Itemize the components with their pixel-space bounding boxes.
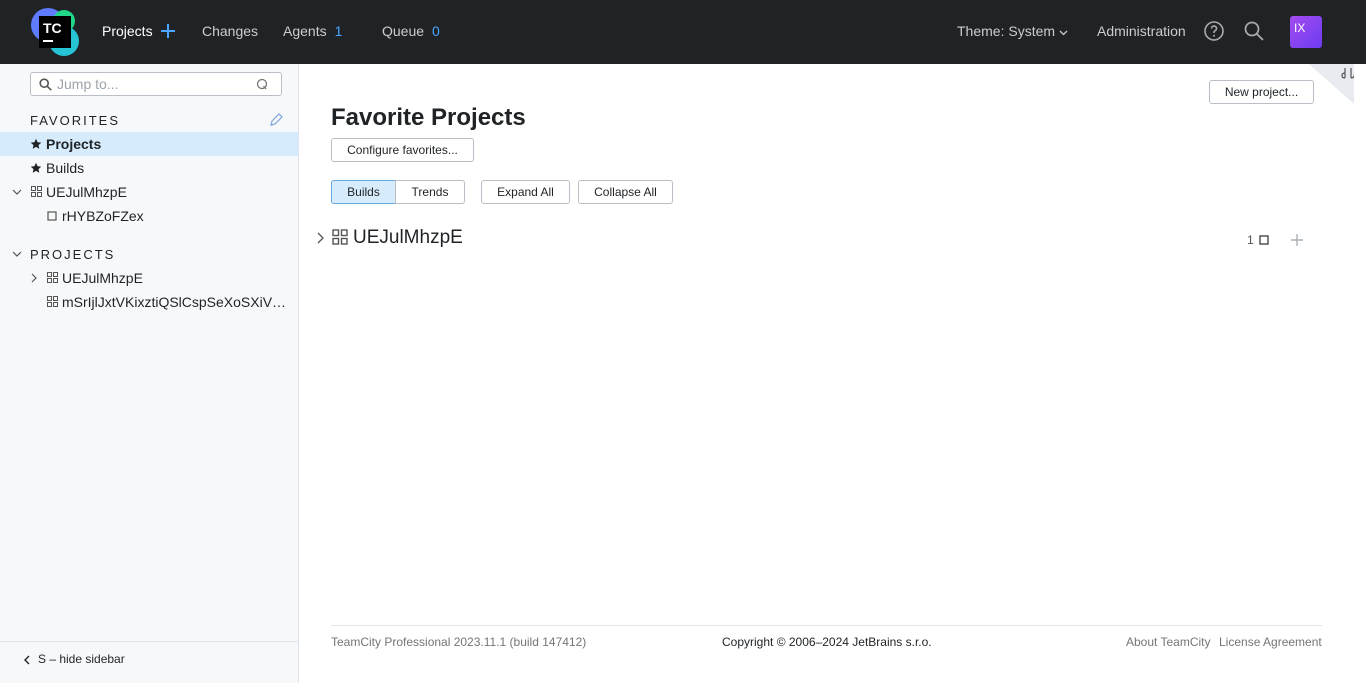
- projects-section-title: PROJECTS: [30, 247, 116, 262]
- top-navigation-bar: TC Projects Changes Agents 1 Queue 0 Theme…: [0, 0, 1366, 64]
- footer-divider: [331, 625, 1322, 626]
- hide-sidebar-toggle[interactable]: S – hide sidebar: [0, 641, 298, 683]
- search-shortcut-q-icon: [256, 78, 268, 90]
- favorites-section-title: FAVORITES: [30, 113, 120, 128]
- nav-changes[interactable]: Changes: [202, 0, 258, 64]
- add-plus-icon[interactable]: [1290, 233, 1304, 247]
- build-config-icon: [47, 211, 57, 221]
- nav-queue-label: Queue: [382, 23, 425, 39]
- user-avatar[interactable]: IX: [1290, 16, 1322, 48]
- search-icon[interactable]: [1243, 20, 1265, 42]
- hide-sidebar-label: S – hide sidebar: [38, 652, 125, 666]
- main-content: New project... Favorite Projects Configu…: [299, 64, 1366, 683]
- nav-agents-label: Agents: [283, 23, 327, 39]
- jump-to-search[interactable]: [30, 72, 282, 96]
- agents-count-badge: 1: [334, 23, 343, 39]
- sidebar: FAVORITES Projects Builds UEJulMhzpE rHY…: [0, 64, 299, 683]
- page-title: Favorite Projects: [331, 104, 526, 131]
- project-icon: [47, 272, 58, 283]
- expand-all-button[interactable]: Expand All: [481, 180, 570, 204]
- chevron-down-icon: [1059, 30, 1068, 36]
- star-icon: [30, 162, 42, 173]
- sidebar-item-project[interactable]: UEJulMhzpE: [0, 266, 298, 290]
- sidebar-item-label: mSrIjlJxtVKixztiQSlCspSeXoSXiV…: [62, 294, 287, 310]
- sidebar-item-label: Builds: [46, 160, 85, 176]
- project-icon: [47, 296, 58, 307]
- add-project-plus-icon[interactable]: [158, 21, 178, 41]
- sidebar-item-label: UEJulMhzpE: [62, 270, 143, 286]
- feedback-corner-icon[interactable]: [1309, 64, 1354, 104]
- jump-to-input[interactable]: [57, 75, 257, 93]
- queue-count-badge: 0: [432, 23, 440, 39]
- sidebar-item-favorite-build-config[interactable]: rHYBZoFZex: [0, 204, 298, 228]
- avatar-initials: IX: [1294, 21, 1306, 35]
- chevron-down-icon[interactable]: [12, 187, 22, 197]
- nav-administration[interactable]: Administration: [1097, 0, 1186, 64]
- teamcity-logo-icon[interactable]: TC: [30, 7, 80, 57]
- new-project-button[interactable]: New project...: [1209, 80, 1314, 104]
- project-row[interactable]: UEJulMhzpE 1: [299, 224, 1329, 254]
- copyright-text: Copyright © 2006–2024 JetBrains s.r.o.: [722, 635, 932, 649]
- project-name-link[interactable]: UEJulMhzpE: [353, 227, 463, 249]
- version-text: TeamCity Professional 2023.11.1 (build 1…: [331, 635, 587, 649]
- star-icon: [30, 138, 42, 149]
- build-config-count: 1: [1247, 233, 1254, 247]
- theme-selector-label: Theme: System: [957, 23, 1056, 39]
- help-icon[interactable]: [1203, 20, 1225, 42]
- edit-pencil-icon[interactable]: [269, 112, 284, 127]
- about-teamcity-link[interactable]: About TeamCity: [1126, 635, 1211, 649]
- chevron-right-icon[interactable]: [29, 273, 39, 283]
- sidebar-item-favorite-project[interactable]: UEJulMhzpE: [0, 180, 298, 204]
- sidebar-item-label: Projects: [46, 136, 102, 152]
- sidebar-item-label: UEJulMhzpE: [46, 184, 127, 200]
- chevron-right-icon[interactable]: [315, 231, 325, 245]
- search-icon: [39, 78, 52, 91]
- sidebar-item-favorite-builds[interactable]: Builds: [0, 156, 298, 180]
- sidebar-item-project[interactable]: mSrIjlJxtVKixztiQSlCspSeXoSXiV…: [0, 290, 298, 314]
- collapse-all-button[interactable]: Collapse All: [578, 180, 673, 204]
- nav-queue[interactable]: Queue 0: [382, 0, 440, 64]
- tab-builds[interactable]: Builds: [331, 180, 396, 204]
- project-icon: [31, 186, 42, 197]
- nav-projects[interactable]: Projects: [102, 0, 153, 64]
- build-config-icon: [1259, 235, 1269, 245]
- license-agreement-link[interactable]: License Agreement: [1219, 635, 1322, 649]
- nav-agents[interactable]: Agents 1: [283, 0, 342, 64]
- project-icon: [332, 229, 348, 245]
- sidebar-item-label: rHYBZoFZex: [62, 208, 144, 224]
- tab-trends[interactable]: Trends: [395, 180, 465, 204]
- theme-selector[interactable]: Theme: System: [957, 0, 1068, 64]
- chevron-left-icon: [24, 655, 30, 665]
- chevron-down-icon[interactable]: [12, 249, 22, 259]
- svg-text:TC: TC: [43, 20, 62, 36]
- configure-favorites-button[interactable]: Configure favorites...: [331, 138, 474, 162]
- sidebar-item-favorite-projects[interactable]: Projects: [0, 132, 298, 156]
